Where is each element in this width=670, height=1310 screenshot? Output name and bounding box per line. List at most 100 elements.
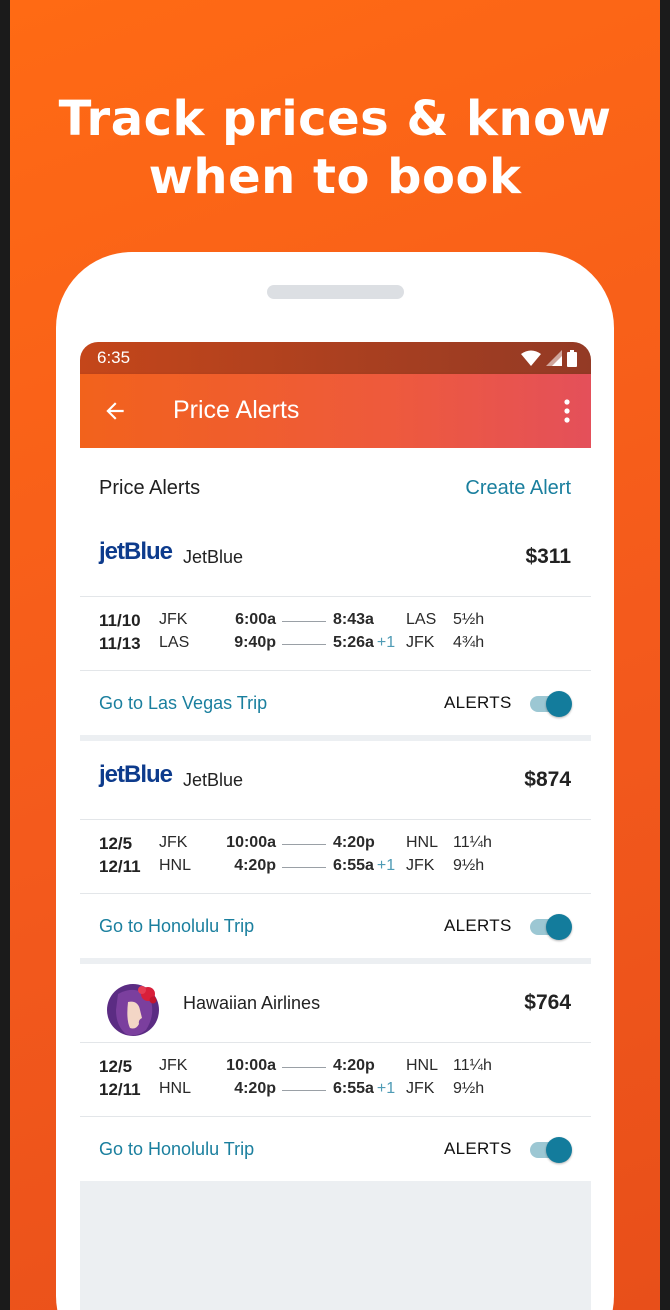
promo-headline: Track prices & know when to book bbox=[10, 90, 660, 206]
toggle-knob bbox=[546, 691, 572, 717]
app-bar-title: Price Alerts bbox=[173, 396, 300, 424]
airline-name: JetBlue bbox=[183, 547, 244, 567]
price: $311 bbox=[525, 545, 571, 568]
leg-duration: 9½h bbox=[453, 857, 485, 874]
leg-origin: JFK bbox=[159, 611, 188, 628]
leg-row: 12/11 HNL 4:20p 6:55a +1 JFK 9½h bbox=[80, 1080, 591, 1103]
app-screen: 6:35 Price Alerts Price Alerts Create Al… bbox=[80, 342, 591, 1310]
section-title: Price Alerts bbox=[99, 477, 201, 499]
arrow-left-icon[interactable] bbox=[102, 398, 128, 424]
itinerary: 11/10 JFK 6:00a 8:43a LAS 5½h 11/13 LAS … bbox=[80, 597, 591, 671]
hawaiian-airlines-logo bbox=[107, 984, 159, 1036]
status-time: 6:35 bbox=[97, 348, 131, 367]
battery-icon bbox=[567, 349, 577, 367]
leg-depart: 4:20p bbox=[234, 1080, 276, 1097]
toggle-knob bbox=[546, 914, 572, 940]
alerts-label: ALERTS bbox=[444, 916, 512, 935]
leg-origin: LAS bbox=[159, 634, 190, 651]
price: $764 bbox=[524, 991, 571, 1014]
leg-arrive-time: 8:43a bbox=[333, 611, 374, 628]
status-icons bbox=[521, 349, 577, 367]
leg-destination: HNL bbox=[406, 1057, 439, 1074]
alert-card: jetBlue JetBlue $874 12/5 JFK 10:00a 4:2… bbox=[80, 741, 591, 958]
alerts-label: ALERTS bbox=[444, 693, 512, 712]
phone-speaker bbox=[267, 285, 404, 299]
leg-depart: 10:00a bbox=[226, 1057, 276, 1074]
leg-origin: HNL bbox=[159, 857, 192, 874]
leg-arrive: 5:26a +1 bbox=[333, 634, 395, 652]
price: $874 bbox=[524, 768, 571, 791]
leg-destination: JFK bbox=[406, 634, 435, 651]
promo-background: Track prices & know when to book 6:35 Pr… bbox=[10, 0, 660, 1310]
leg-duration: 11¼h bbox=[453, 834, 492, 851]
leg-line bbox=[282, 1090, 326, 1091]
leg-row: 12/5 JFK 10:00a 4:20p HNL 11¼h bbox=[80, 834, 591, 857]
trip-link[interactable]: Go to Las Vegas Trip bbox=[99, 693, 267, 714]
leg-date: 12/5 bbox=[99, 834, 133, 853]
leg-date: 11/13 bbox=[99, 634, 141, 653]
leg-depart: 10:00a bbox=[226, 834, 276, 851]
leg-line bbox=[282, 644, 326, 645]
leg-duration: 5½h bbox=[453, 611, 485, 628]
card-header: jetBlue JetBlue $311 bbox=[80, 518, 591, 597]
leg-row: 12/5 JFK 10:00a 4:20p HNL 11¼h bbox=[80, 1057, 591, 1080]
card-footer: Go to Honolulu Trip ALERTS bbox=[80, 1117, 591, 1181]
leg-depart: 4:20p bbox=[234, 857, 276, 874]
leg-date: 12/5 bbox=[99, 1057, 133, 1076]
leg-destination: JFK bbox=[406, 857, 435, 874]
more-vert-icon[interactable] bbox=[561, 398, 573, 424]
alerts-toggle[interactable] bbox=[530, 691, 572, 717]
leg-arrive: 6:55a +1 bbox=[333, 857, 395, 875]
alerts-label: ALERTS bbox=[444, 1139, 512, 1158]
leg-duration: 4¾h bbox=[453, 634, 485, 651]
leg-origin: JFK bbox=[159, 834, 188, 851]
alerts-toggle[interactable] bbox=[530, 1137, 572, 1163]
leg-origin: JFK bbox=[159, 1057, 188, 1074]
leg-date: 11/10 bbox=[99, 611, 141, 630]
leg-arrive: 8:43a bbox=[333, 611, 377, 629]
signal-icon bbox=[546, 350, 562, 366]
leg-arrive-time: 4:20p bbox=[333, 1057, 375, 1074]
airline-name: Hawaiian Airlines bbox=[183, 993, 321, 1013]
leg-row: 11/13 LAS 9:40p 5:26a +1 JFK 4¾h bbox=[80, 634, 591, 657]
leg-depart: 6:00a bbox=[235, 611, 276, 628]
leg-destination: HNL bbox=[406, 834, 439, 851]
alert-card: Hawaiian Airlines $764 12/5 JFK 10:00a 4… bbox=[80, 964, 591, 1181]
leg-arrive-time: 6:55a bbox=[333, 857, 374, 874]
leg-destination: LAS bbox=[406, 611, 437, 628]
leg-line bbox=[282, 867, 326, 868]
wifi-icon bbox=[521, 350, 541, 366]
alerts-toggle[interactable] bbox=[530, 914, 572, 940]
card-header: Hawaiian Airlines $764 bbox=[80, 964, 591, 1043]
leg-line bbox=[282, 1067, 326, 1068]
itinerary: 12/5 JFK 10:00a 4:20p HNL 11¼h 12/11 HNL… bbox=[80, 820, 591, 894]
leg-arrive-time: 5:26a bbox=[333, 634, 374, 651]
leg-date: 12/11 bbox=[99, 1080, 141, 1099]
card-footer: Go to Honolulu Trip ALERTS bbox=[80, 894, 591, 958]
toggle-knob bbox=[546, 1137, 572, 1163]
leg-row: 12/11 HNL 4:20p 6:55a +1 JFK 9½h bbox=[80, 857, 591, 880]
create-alert-button[interactable]: Create Alert bbox=[465, 477, 571, 500]
jetblue-logo: jetBlue bbox=[99, 761, 173, 788]
status-bar: 6:35 bbox=[80, 342, 591, 374]
leg-plus-day: +1 bbox=[376, 1080, 396, 1097]
alert-card: jetBlue JetBlue $311 11/10 JFK 6:00a 8:4… bbox=[80, 518, 591, 735]
leg-arrive-time: 6:55a bbox=[333, 1080, 374, 1097]
card-footer: Go to Las Vegas Trip ALERTS bbox=[80, 671, 591, 735]
leg-destination: JFK bbox=[406, 1080, 435, 1097]
leg-date: 12/11 bbox=[99, 857, 141, 876]
leg-plus-day: +1 bbox=[376, 634, 396, 651]
leg-arrive: 4:20p bbox=[333, 834, 378, 852]
leg-arrive: 6:55a +1 bbox=[333, 1080, 395, 1098]
phone-frame: 6:35 Price Alerts Price Alerts Create Al… bbox=[56, 252, 614, 1310]
jetblue-logo: jetBlue bbox=[99, 538, 173, 565]
headline-text: Track prices & know when to book bbox=[58, 91, 612, 205]
leg-arrive: 4:20p bbox=[333, 1057, 378, 1075]
trip-link[interactable]: Go to Honolulu Trip bbox=[99, 1139, 254, 1160]
airline-name: JetBlue bbox=[183, 770, 244, 790]
leg-duration: 9½h bbox=[453, 1080, 485, 1097]
itinerary: 12/5 JFK 10:00a 4:20p HNL 11¼h 12/11 HNL… bbox=[80, 1043, 591, 1117]
app-bar: Price Alerts bbox=[80, 374, 591, 448]
trip-link[interactable]: Go to Honolulu Trip bbox=[99, 916, 254, 937]
leg-duration: 11¼h bbox=[453, 1057, 492, 1074]
